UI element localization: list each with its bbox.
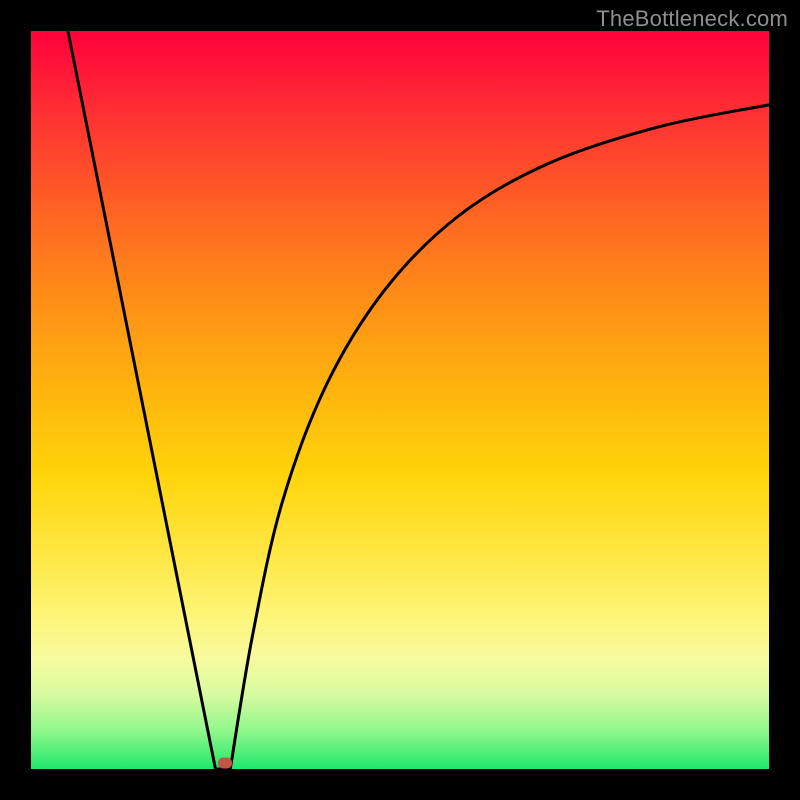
plot-area xyxy=(31,31,769,769)
optimal-point-marker xyxy=(218,758,232,769)
chart-frame: TheBottleneck.com xyxy=(0,0,800,800)
curve-path xyxy=(68,31,769,769)
watermark-text: TheBottleneck.com xyxy=(596,6,788,32)
bottleneck-curve xyxy=(31,31,769,769)
